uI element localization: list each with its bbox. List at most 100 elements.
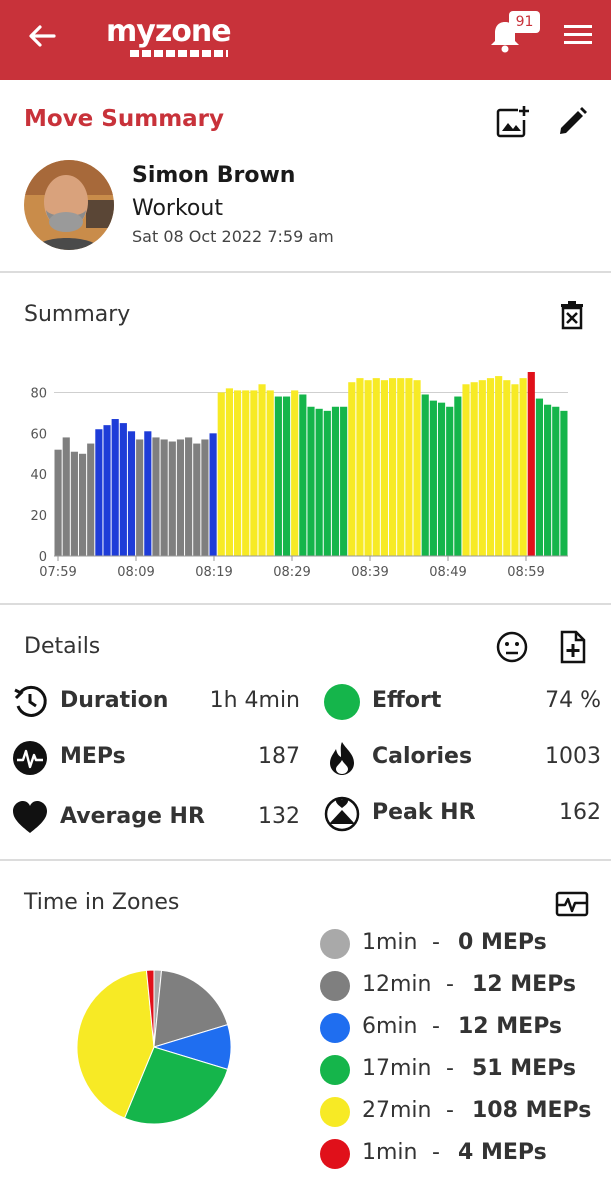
x-tick-label: 08:59 (507, 565, 544, 580)
chart-bar (127, 431, 136, 556)
calories-value: 1003 (545, 744, 601, 769)
x-tick-label: 08:29 (273, 565, 310, 580)
zone-color-dot (320, 971, 350, 1001)
x-tick-label: 08:09 (117, 565, 154, 580)
back-arrow-icon[interactable] (24, 18, 60, 54)
zone-separator: - (446, 1098, 454, 1123)
chart-bar (364, 380, 372, 556)
zone-meps: 0 MEPs (458, 930, 547, 955)
zone-meps: 12 MEPs (472, 972, 577, 997)
chart-bar (323, 410, 331, 556)
chart-bar (62, 437, 70, 556)
chart-bar (356, 378, 364, 556)
chart-bar (201, 439, 209, 556)
chart-bar (119, 423, 127, 556)
zone-separator: - (432, 930, 440, 955)
user-name: Simon Brown (132, 163, 296, 188)
chart-bar (176, 439, 185, 556)
zone-separator: - (432, 1140, 440, 1165)
average-hr-label: Average HR (60, 804, 205, 829)
y-tick-label: 20 (30, 509, 47, 524)
chart-bar (470, 382, 478, 556)
chart-bar (405, 378, 413, 556)
section-divider (0, 859, 611, 861)
meps-label: MEPs (60, 744, 126, 769)
heart-monitor-icon[interactable] (554, 886, 590, 922)
x-tick-label: 07:59 (39, 565, 76, 580)
chart-bar (111, 419, 119, 556)
workout-heart-rate-chart: 0 20 40 60 80 07:59 08:09 08:19 08:29 08:39 08:49 0… (30, 372, 568, 580)
add-note-icon[interactable] (554, 629, 590, 665)
chart-bar (389, 378, 397, 556)
chart-bar (519, 378, 527, 556)
zone-time: 6min (362, 1014, 418, 1039)
chart-bar (282, 396, 291, 556)
zone-separator: - (446, 1056, 454, 1081)
zone-time: 27min (362, 1098, 432, 1123)
peak-hr-icon (324, 796, 360, 832)
chart-bar (413, 380, 421, 556)
chart-bar (421, 394, 429, 556)
zone-time: 1min (362, 1140, 418, 1165)
move-summary-title: Move Summary (24, 106, 225, 132)
chart-bar (217, 392, 225, 556)
notification-count-badge[interactable]: 91 (509, 11, 540, 33)
effort-label: Effort (372, 688, 442, 713)
chart-bar (372, 378, 380, 556)
workout-type: Workout (132, 196, 223, 221)
duration-value: 1h 4min (209, 688, 300, 713)
chart-bar (266, 390, 274, 556)
chart-bar (291, 390, 299, 556)
myzone-logo: myzone (106, 14, 232, 58)
chart-bar (446, 406, 454, 556)
peak-hr-value: 162 (559, 800, 601, 825)
chart-bar (331, 406, 340, 556)
logo-stripes (130, 50, 228, 57)
zone-meps: 108 MEPs (472, 1098, 592, 1123)
chart-bar (160, 439, 168, 556)
duration-label: Duration (60, 688, 169, 713)
chart-bar (78, 453, 87, 556)
duration-icon (12, 684, 48, 720)
chart-bar (152, 437, 160, 556)
chart-bar (429, 400, 437, 556)
delete-trash-icon[interactable] (554, 298, 590, 334)
y-tick-label: 60 (30, 427, 47, 442)
zone-time: 12min (362, 972, 432, 997)
top-app-bar: myzone 91 (0, 0, 611, 80)
chart-bar (87, 443, 95, 556)
chart-bar (70, 451, 78, 556)
x-tick-label: 08:39 (351, 565, 388, 580)
flame-icon (324, 740, 360, 776)
y-tick-label: 40 (30, 468, 47, 483)
chart-bar (258, 384, 266, 556)
chart-bar (454, 396, 462, 556)
chart-bar (397, 378, 405, 556)
chart-bar (380, 380, 389, 556)
chart-bar (144, 431, 152, 556)
chart-bar (437, 402, 446, 556)
chart-bar (103, 425, 111, 556)
y-tick-label: 80 (30, 386, 47, 401)
zone-color-dot (320, 1097, 350, 1127)
rating-face-icon[interactable] (494, 629, 530, 665)
chart-bar (560, 410, 568, 556)
zone-time: 1min (362, 930, 418, 955)
workout-date: Sat 08 Oct 2022 7:59 am (132, 227, 334, 246)
zone-meps: 12 MEPs (458, 1014, 563, 1039)
calories-label: Calories (372, 744, 473, 769)
chart-bar (233, 390, 242, 556)
zone-color-dot (320, 1055, 350, 1085)
chart-bar (527, 372, 535, 556)
chart-bar (307, 406, 315, 556)
chart-bar (348, 382, 356, 556)
zone-meps: 51 MEPs (472, 1056, 577, 1081)
chart-bar (552, 406, 560, 556)
zone-color-dot (320, 1139, 350, 1169)
hamburger-menu-icon[interactable] (562, 18, 594, 50)
edit-pencil-icon[interactable] (554, 104, 590, 140)
section-divider (0, 271, 611, 273)
chart-bar (299, 394, 307, 556)
add-photo-icon[interactable] (494, 104, 530, 140)
chart-bar (95, 429, 103, 556)
